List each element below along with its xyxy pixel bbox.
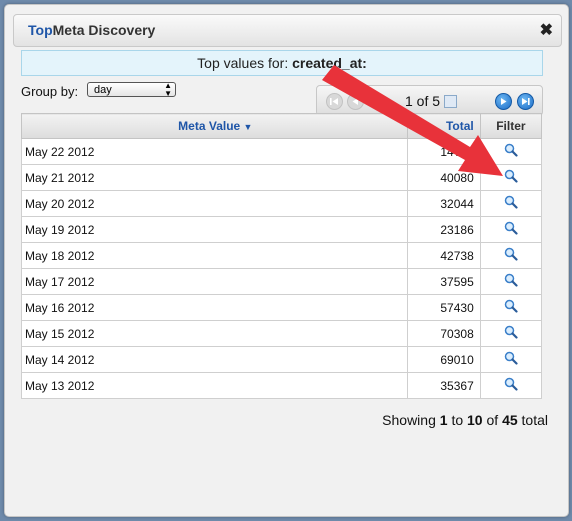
close-icon[interactable]: ✖ [540,20,553,40]
magnifier-icon[interactable] [504,247,518,264]
magnifier-icon[interactable] [504,195,518,212]
title-brand: Top [28,22,53,38]
page-jump-icon[interactable] [444,95,457,108]
column-header-filter: Filter [479,113,543,139]
table-header-row: Meta Value ▼ Total Filter [21,113,543,139]
table-row: May 15 2012 70308 [21,320,543,347]
magnifier-icon[interactable] [504,169,518,186]
summary-showing: Showing [382,412,436,428]
summary-to-word: to [451,412,464,428]
row-total: 69010 [406,346,481,373]
row-total: 42738 [406,242,481,269]
table-row: May 16 2012 57430 [21,294,543,321]
magnifier-icon[interactable] [504,143,518,160]
table-row: May 13 2012 35367 [21,372,543,399]
row-filter-cell [479,268,543,295]
groupby-select[interactable]: day ▲ ▼ [87,81,176,98]
row-total: 70308 [406,320,481,347]
groupby-selected: day [94,84,112,96]
first-page-button[interactable] [326,93,343,110]
dialog-titlebar: TopMeta Discovery ✖ [13,14,562,47]
row-meta-value: May 17 2012 [21,268,408,295]
row-meta-value: May 16 2012 [21,294,408,321]
table-row: May 20 2012 32044 [21,190,543,217]
banner-prefix: Top values for: [197,55,289,71]
table-row: May 21 2012 40080 [21,164,543,191]
select-arrows-icon: ▲ ▼ [164,81,172,98]
table-row: May 18 2012 42738 [21,242,543,269]
magnifier-icon[interactable] [504,273,518,290]
column-header-meta-value[interactable]: Meta Value ▼ [21,113,408,139]
summary-total: 45 [502,412,518,428]
dialog-title: TopMeta Discovery [28,22,155,38]
row-filter-cell [479,164,543,191]
row-filter-cell [479,242,543,269]
pagination-summary: Showing 1 to 10 of 45 total [382,412,548,428]
table-row: May 19 2012 23186 [21,216,543,243]
row-meta-value: May 13 2012 [21,372,408,399]
banner-field: created_at: [292,55,367,71]
summary-of-word: of [486,412,499,428]
row-meta-value: May 18 2012 [21,242,408,269]
row-filter-cell [479,320,543,347]
magnifier-icon[interactable] [504,299,518,316]
row-total: 23186 [406,216,481,243]
row-meta-value: May 22 2012 [21,138,408,165]
row-filter-cell [479,294,543,321]
row-total: 57430 [406,294,481,321]
row-total: 35367 [406,372,481,399]
column-header-total[interactable]: Total [406,113,481,139]
row-total: 37595 [406,268,481,295]
summary-from: 1 [439,412,448,428]
magnifier-icon[interactable] [504,325,518,342]
row-filter-cell [479,372,543,399]
magnifier-icon[interactable] [504,377,518,394]
page-indicator: 1 of 5 [405,93,441,109]
table-row: May 22 2012 14??? [21,138,543,165]
field-banner: Top values for: created_at: [21,50,543,76]
row-filter-cell [479,138,543,165]
row-meta-value: May 21 2012 [21,164,408,191]
sort-desc-icon: ▼ [243,122,253,132]
pager: 1 of 5 [316,85,543,116]
row-filter-cell [479,216,543,243]
row-meta-value: May 19 2012 [21,216,408,243]
magnifier-icon[interactable] [504,221,518,238]
title-rest: Meta Discovery [52,22,156,38]
magnifier-icon[interactable] [504,351,518,368]
row-filter-cell [479,346,543,373]
summary-to: 10 [467,412,483,428]
table-row: May 17 2012 37595 [21,268,543,295]
meta-value-header-label: Meta Value [178,119,241,133]
meta-values-table: Meta Value ▼ Total Filter May 22 2012 14?… [21,113,543,399]
table-row: May 14 2012 69010 [21,346,543,373]
last-page-button[interactable] [517,93,534,110]
summary-total-word: total [521,412,548,428]
row-total: 32044 [406,190,481,217]
row-meta-value: May 14 2012 [21,346,408,373]
groupby-label: Group by: [21,84,79,99]
next-page-button[interactable] [495,93,512,110]
row-meta-value: May 20 2012 [21,190,408,217]
row-meta-value: May 15 2012 [21,320,408,347]
prev-page-button[interactable] [347,93,364,110]
row-filter-cell [479,190,543,217]
row-total: 40080 [406,164,481,191]
row-total: 14??? [406,138,481,165]
